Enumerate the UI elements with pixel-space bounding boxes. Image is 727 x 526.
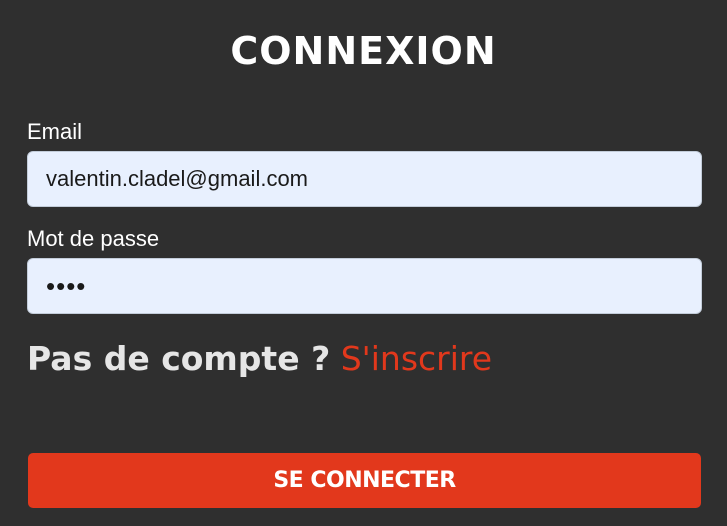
login-panel: CONNEXION Email Mot de passe Pas de comp…	[0, 0, 727, 526]
email-label: Email	[27, 119, 83, 144]
register-prompt: Pas de compte ?	[27, 339, 331, 378]
email-input[interactable]	[27, 151, 702, 207]
login-button[interactable]: SE CONNECTER	[28, 453, 701, 508]
page-title: CONNEXION	[230, 29, 497, 73]
register-prompt-line: Pas de compte ? S'inscrire	[27, 338, 492, 380]
password-input[interactable]	[27, 258, 702, 314]
password-label: Mot de passe	[27, 226, 160, 251]
register-link[interactable]: S'inscrire	[341, 339, 492, 378]
